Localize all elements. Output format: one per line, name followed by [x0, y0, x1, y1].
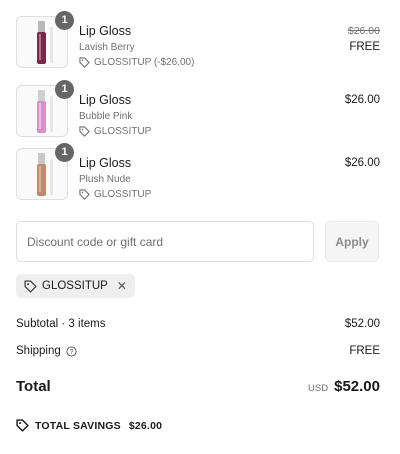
gloss-tube: [37, 32, 46, 64]
tag-icon: [79, 189, 90, 200]
quantity-badge: 1: [55, 80, 74, 99]
line-item: 1 Lip Gloss Plush Nude GLOSSITUP $26.00: [16, 143, 380, 201]
item-price: $26.00: [344, 157, 380, 169]
subtotal-row: Subtotal · 3 items $52.00: [16, 318, 380, 330]
subtotal-value: $52.00: [344, 318, 380, 330]
product-name: Lip Gloss: [79, 93, 132, 107]
tag-icon: [79, 57, 90, 68]
gloss-tube: [37, 101, 46, 133]
help-circle-icon[interactable]: ?: [66, 345, 77, 357]
tag-icon: [79, 126, 90, 137]
savings-value: $26.00: [128, 419, 163, 432]
gloss-tube: [37, 164, 46, 196]
quantity-badge: 1: [55, 143, 74, 162]
discount-code-input[interactable]: [16, 221, 314, 262]
tag-icon: [24, 279, 37, 293]
item-discount: GLOSSITUP: [79, 188, 279, 201]
product-thumbnail: 1: [16, 80, 74, 137]
product-name: Lip Gloss: [79, 156, 132, 170]
total-row: Total USD $52.00: [16, 378, 380, 395]
savings-label: TOTAL SAVINGS: [35, 419, 121, 432]
subtotal-label: Subtotal · 3 items: [16, 318, 106, 330]
item-discount: GLOSSITUP (-$26.00): [79, 56, 279, 69]
product-name: Lip Gloss: [79, 24, 132, 38]
currency-code: USD: [308, 383, 329, 394]
shipping-value: FREE: [349, 345, 380, 357]
quantity-badge: 1: [55, 11, 74, 30]
applied-discount-chip: GLOSSITUP ✕: [16, 274, 135, 298]
apply-button[interactable]: Apply: [325, 221, 379, 262]
discount-code-label: GLOSSITUP: [94, 189, 152, 200]
original-price: $26.00: [347, 25, 380, 37]
product-variant: Plush Nude: [79, 174, 131, 185]
applied-discount-code: GLOSSITUP: [42, 280, 108, 292]
total-amount: $52.00: [334, 378, 380, 395]
product-variant: Lavish Berry: [79, 42, 135, 53]
remove-discount-icon[interactable]: ✕: [117, 280, 127, 292]
svg-text:?: ?: [69, 348, 73, 355]
shipping-label: Shipping: [16, 345, 61, 357]
item-price: $26.00: [344, 94, 380, 106]
line-item: 1 Lip Gloss Bubble Pink GLOSSITUP $26.00: [16, 80, 380, 138]
total-label: Total: [16, 378, 51, 395]
discount-code-label: GLOSSITUP: [94, 126, 152, 137]
discount-code-label: GLOSSITUP (-$26.00): [94, 57, 195, 68]
total-savings: TOTAL SAVINGS $26.00: [16, 419, 162, 432]
tag-icon: [16, 419, 29, 432]
product-thumbnail: 1: [16, 143, 74, 200]
product-variant: Bubble Pink: [79, 111, 133, 122]
product-thumbnail: 1: [16, 11, 74, 68]
item-discount: GLOSSITUP: [79, 125, 279, 138]
shipping-row: Shipping ? FREE: [16, 345, 380, 357]
item-price: FREE: [349, 41, 380, 53]
line-item: 1 Lip Gloss Lavish Berry GLOSSITUP (-$26…: [16, 11, 380, 69]
